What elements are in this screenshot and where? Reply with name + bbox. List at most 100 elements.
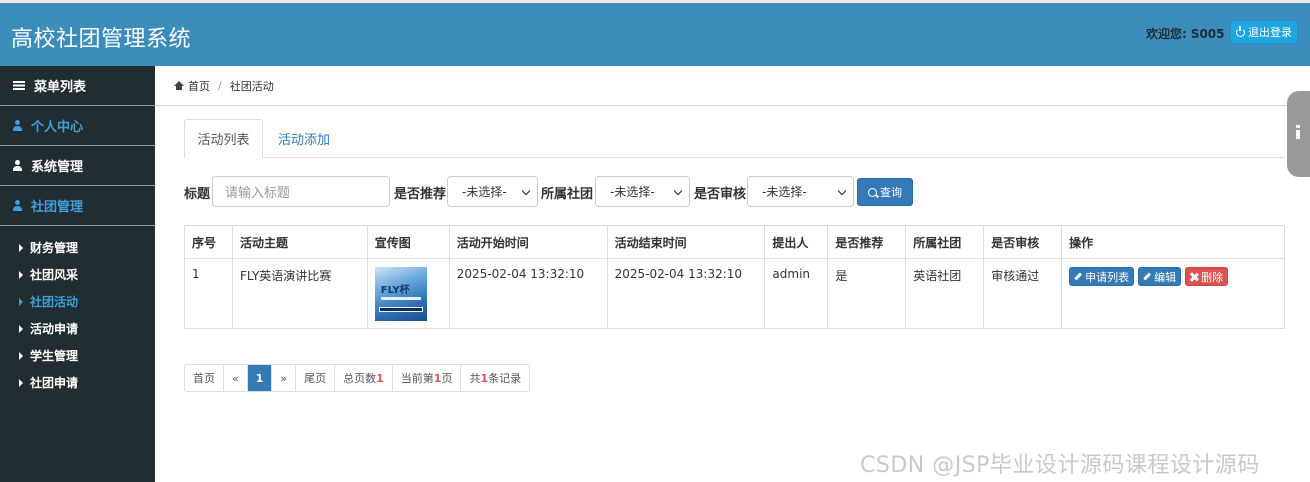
page-last[interactable]: 尾页 <box>296 365 336 391</box>
sidebar-subitem-activity-apply[interactable]: 活动申请 <box>0 315 155 342</box>
pagination: 首页 « 1 » 尾页 总页数 1 当前第 1 页 共 1 条记录 <box>184 364 531 392</box>
query-button[interactable]: 查询 <box>857 178 913 206</box>
sidebar: 菜单列表 个人中心 系统管理 社团管理 财务管理 社团风采 社团活动 活动申请 … <box>0 66 155 482</box>
total-pages-prefix: 总页数 <box>343 372 377 385</box>
column-header: 操作 <box>1061 225 1285 259</box>
logout-label: 退出登录 <box>1248 26 1292 39</box>
sidebar-subitem-club-activity[interactable]: 社团活动 <box>0 288 155 315</box>
edit-button[interactable]: 编辑 <box>1138 267 1182 286</box>
delete-button[interactable]: 删除 <box>1185 267 1229 286</box>
activity-table: 序号 活动主题 宣传图 活动开始时间 活动结束时间 提出人 是否推荐 所属社团 … <box>184 225 1285 329</box>
cell-actions: 申请列表 编辑 删除 <box>1061 258 1285 329</box>
club-label: 所属社团 <box>541 187 594 202</box>
query-label: 查询 <box>880 186 902 199</box>
cell-club: 英语社团 <box>905 258 985 329</box>
user-icon <box>13 200 22 211</box>
row-actions: 申请列表 编辑 删除 <box>1069 267 1277 286</box>
sidebar-item-label: 系统管理 <box>31 160 84 175</box>
review-select[interactable]: -未选择- <box>747 176 854 207</box>
caret-right-icon <box>19 324 23 333</box>
column-header: 是否审核 <box>983 225 1063 259</box>
column-header: 是否推荐 <box>827 225 907 259</box>
welcome-label: 欢迎您: <box>1146 27 1187 41</box>
cell-proposer: admin <box>764 258 829 329</box>
page-first[interactable]: 首页 <box>185 365 224 391</box>
current-page-suffix: 页 <box>441 372 453 385</box>
cell-end-time: 2025-02-04 13:32:10 <box>606 258 766 329</box>
menu-title-label: 菜单列表 <box>34 80 87 95</box>
search-form: 标题 请输入标题 是否推荐 -未选择- 所属社团 -未选择- 是否审核 -未选择… <box>184 176 944 207</box>
subitem-label: 活动申请 <box>30 322 79 336</box>
list-icon <box>13 81 25 90</box>
welcome-text: 欢迎您: S005 <box>1146 25 1225 42</box>
total-pages: 总页数 1 <box>335 365 393 391</box>
page-current[interactable]: 1 <box>247 365 273 391</box>
app-title: 高校社团管理系统 <box>11 27 192 52</box>
sidebar-item-label: 社团管理 <box>31 200 84 215</box>
sidebar-menu-title: 菜单列表 <box>0 66 155 106</box>
sidebar-subitem-club-style[interactable]: 社团风采 <box>0 261 155 288</box>
table-row: 1 FLY英语演讲比赛 FLY杯 2025-02-04 13:32:10 202… <box>184 258 1285 329</box>
pencil-icon <box>1143 272 1151 281</box>
sidebar-sub-list: 财务管理 社团风采 社团活动 活动申请 学生管理 社团申请 <box>0 226 155 396</box>
total-records-prefix: 共 <box>469 372 481 385</box>
pencil-icon <box>1074 272 1082 281</box>
club-select[interactable]: -未选择- <box>595 176 690 207</box>
chevron-down-icon <box>837 186 847 196</box>
table-header-row: 序号 活动主题 宣传图 活动开始时间 活动结束时间 提出人 是否推荐 所属社团 … <box>184 225 1285 259</box>
column-header: 所属社团 <box>905 225 985 259</box>
title-search-input[interactable]: 请输入标题 <box>212 176 390 207</box>
cell-topic-link[interactable]: FLY英语演讲比赛 <box>231 258 368 329</box>
page-prev[interactable]: « <box>224 365 248 391</box>
recommend-select[interactable]: -未选择- <box>447 176 538 207</box>
subitem-label: 社团申请 <box>30 376 79 390</box>
tab-activity-list[interactable]: 活动列表 <box>184 119 263 158</box>
caret-right-icon <box>19 270 23 279</box>
username: S005 <box>1190 27 1225 41</box>
total-records-value: 1 <box>480 371 489 385</box>
caret-right-icon <box>19 243 23 252</box>
column-header: 活动主题 <box>231 225 368 259</box>
tab-activity-add[interactable]: 活动添加 <box>263 119 345 158</box>
floating-info-tab[interactable] <box>1287 91 1310 177</box>
poster-thumbnail[interactable]: FLY杯 <box>374 267 427 321</box>
watermark: CSDN @JSP毕业设计源码课程设计源码 <box>860 453 1260 478</box>
subitem-label: 财务管理 <box>30 241 79 255</box>
current-page-prefix: 当前第 <box>400 372 434 385</box>
column-header: 宣传图 <box>366 225 450 259</box>
breadcrumb-current: 社团活动 <box>229 79 274 93</box>
review-label: 是否审核 <box>694 187 747 202</box>
column-header: 活动开始时间 <box>448 225 608 259</box>
power-icon <box>1236 25 1245 37</box>
sidebar-item-label: 个人中心 <box>31 120 84 135</box>
column-header: 活动结束时间 <box>606 225 766 259</box>
caret-right-icon <box>19 378 23 387</box>
poster-decoration <box>378 307 423 312</box>
apply-list-button[interactable]: 申请列表 <box>1069 267 1135 286</box>
sidebar-item-club-management[interactable]: 社团管理 <box>0 186 155 226</box>
sidebar-item-system-management[interactable]: 系统管理 <box>0 146 155 186</box>
apply-list-label: 申请列表 <box>1085 270 1130 284</box>
tab-bar: 活动列表 活动添加 <box>184 119 1285 158</box>
current-page-info: 当前第 1 页 <box>393 365 462 391</box>
breadcrumb: 首页 / 社团活动 <box>155 66 1310 106</box>
home-icon <box>174 81 184 90</box>
chevron-down-icon <box>521 186 531 196</box>
title-label: 标题 <box>184 187 211 202</box>
logout-button[interactable]: 退出登录 <box>1230 20 1298 44</box>
total-pages-value: 1 <box>376 371 384 385</box>
poster-text: FLY杯 <box>380 285 410 296</box>
review-select-value: -未选择- <box>762 185 807 199</box>
sidebar-subitem-club-apply[interactable]: 社团申请 <box>0 369 155 396</box>
info-icon <box>1296 125 1300 139</box>
column-header: 提出人 <box>764 225 829 259</box>
edit-label: 编辑 <box>1154 270 1177 284</box>
caret-right-icon <box>19 351 23 360</box>
sidebar-item-personal-center[interactable]: 个人中心 <box>0 106 155 146</box>
caret-right-icon <box>19 297 23 306</box>
sidebar-subitem-student[interactable]: 学生管理 <box>0 342 155 369</box>
breadcrumb-home[interactable]: 首页 <box>188 78 210 94</box>
page-next[interactable]: » <box>272 365 297 391</box>
club-select-value: -未选择- <box>610 185 655 199</box>
sidebar-subitem-finance[interactable]: 财务管理 <box>0 234 155 261</box>
